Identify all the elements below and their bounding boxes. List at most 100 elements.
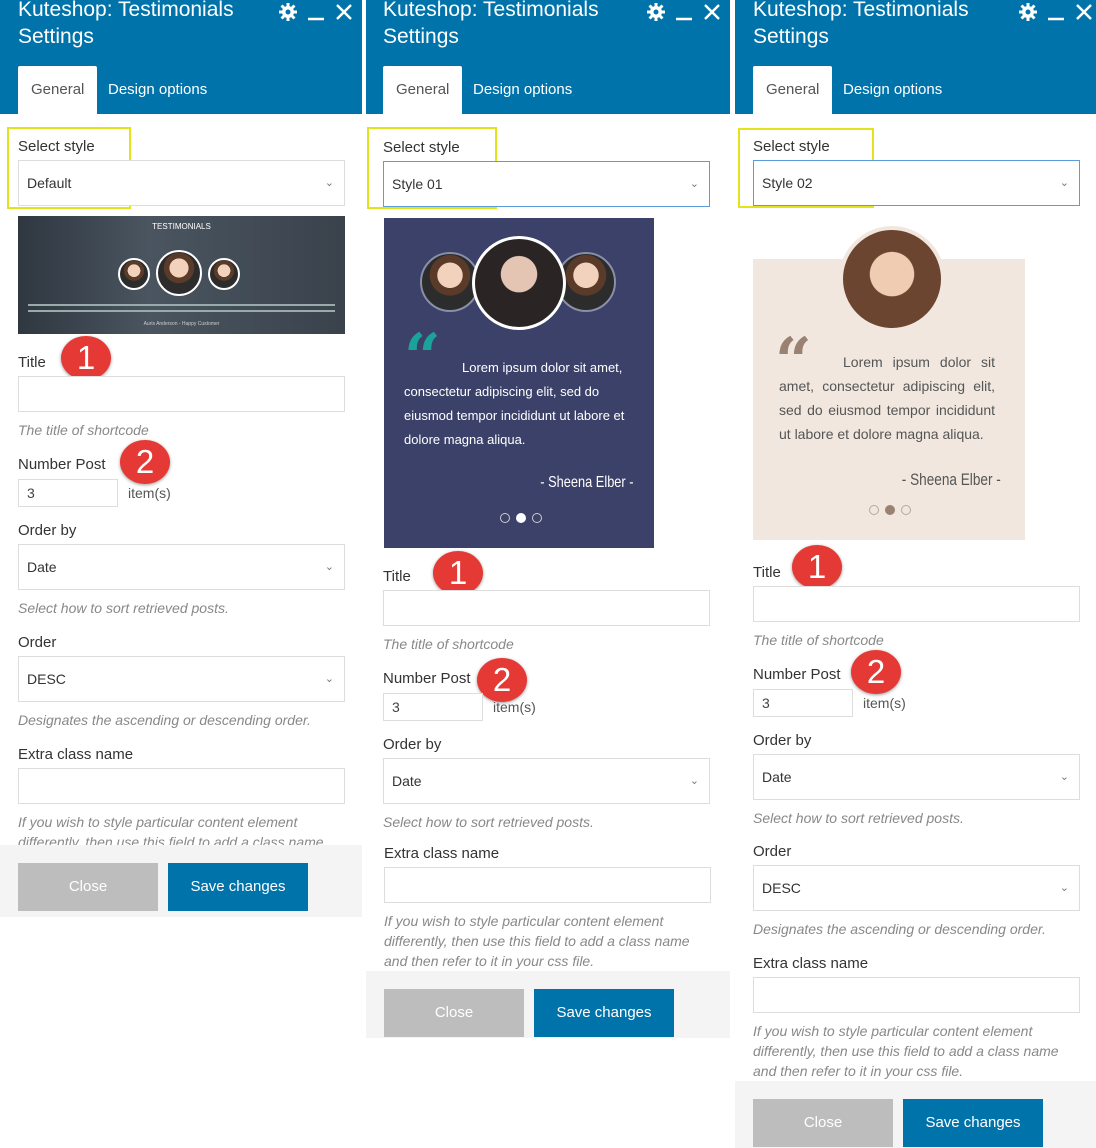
annotation-badge: 1 (433, 551, 483, 595)
extra-class-help: If you wish to style particular content … (384, 913, 690, 969)
minimize-icon[interactable] (304, 0, 328, 24)
chevron-down-icon: ⌄ (689, 178, 699, 190)
gear-icon[interactable] (644, 0, 668, 24)
order-by-dropdown[interactable]: Date ⌄ (753, 754, 1080, 800)
order-help: Designates the ascending or descending o… (18, 712, 311, 728)
panel-footer: Close Save changes (366, 971, 730, 1038)
panel-header: Kuteshop: Testimonials Settings General … (735, 0, 1096, 114)
carousel-dot-active[interactable] (885, 505, 895, 515)
preview-text-line (28, 310, 335, 312)
chevron-down-icon: ⌄ (1059, 771, 1069, 783)
close-icon[interactable] (700, 0, 724, 24)
annotation-badge: 2 (477, 658, 527, 702)
order-by-label: Order by (18, 522, 77, 539)
testimonial-avatar (118, 258, 150, 290)
settings-panel-style-02: Kuteshop: Testimonials Settings General … (735, 0, 1096, 1148)
extra-class-help: If you wish to style particular content … (753, 1023, 1059, 1079)
order-by-label: Order by (383, 736, 442, 753)
tab-design-options[interactable]: Design options (830, 66, 955, 114)
panel-title: Kuteshop: Testimonials Settings (383, 0, 599, 48)
select-style-label: Select style (753, 138, 830, 155)
preview-heading: TESTIMONIALS (152, 222, 211, 231)
order-by-help: Select how to sort retrieved posts. (383, 814, 594, 830)
style-preview-01: “ Lorem ipsum dolor sit amet, consectetu… (384, 218, 654, 548)
gear-icon[interactable] (276, 0, 300, 24)
order-label: Order (18, 634, 57, 651)
extra-class-label: Extra class name (18, 746, 134, 763)
testimonial-avatar (156, 250, 202, 296)
carousel-dot[interactable] (500, 513, 510, 523)
select-style-dropdown[interactable]: Style 01 ⌄ (383, 161, 710, 207)
extra-class-label: Extra class name (384, 845, 500, 862)
order-by-value: Date (762, 769, 792, 785)
tab-general[interactable]: General (383, 66, 463, 114)
extra-class-input[interactable] (18, 768, 345, 804)
save-changes-button[interactable]: Save changes (534, 989, 674, 1037)
order-value: DESC (27, 671, 66, 687)
annotation-badge: 2 (851, 650, 901, 694)
order-by-help: Select how to sort retrieved posts. (753, 810, 964, 826)
testimonial-author: - Sheena Elber - (901, 470, 1001, 489)
gear-icon[interactable] (1016, 0, 1040, 24)
testimonial-text: Lorem ipsum dolor sit amet, consectetur … (404, 360, 625, 447)
carousel-dot[interactable] (901, 505, 911, 515)
title-label: Title (753, 564, 781, 581)
preview-author: Auris Anderson - Happy Customer (143, 321, 220, 327)
order-dropdown[interactable]: DESC ⌄ (18, 656, 345, 702)
tab-design-options[interactable]: Design options (460, 66, 585, 114)
order-by-dropdown[interactable]: Date ⌄ (383, 758, 710, 804)
carousel-dot[interactable] (532, 513, 542, 523)
order-dropdown[interactable]: DESC ⌄ (753, 865, 1080, 911)
panel-title: Kuteshop: Testimonials Settings (18, 0, 234, 48)
save-changes-button[interactable]: Save changes (903, 1099, 1043, 1147)
minimize-icon[interactable] (1044, 0, 1068, 24)
save-changes-button[interactable]: Save changes (168, 863, 308, 911)
title-input[interactable] (383, 590, 710, 626)
number-post-input[interactable]: 3 (18, 479, 118, 507)
settings-panel-style-01: Kuteshop: Testimonials Settings General … (366, 0, 730, 1148)
style-preview-default: TESTIMONIALS Auris Anderson - Happy Cust… (18, 216, 345, 334)
tab-general[interactable]: General (18, 66, 98, 114)
number-post-input[interactable]: 3 (753, 689, 853, 717)
close-button[interactable]: Close (384, 989, 524, 1037)
number-post-input[interactable]: 3 (383, 693, 483, 721)
select-style-value: Style 02 (762, 175, 813, 191)
number-post-label: Number Post (18, 456, 106, 473)
preview-text-line (28, 304, 335, 306)
order-value: DESC (762, 880, 801, 896)
testimonial-author: - Sheena Elber - (540, 474, 634, 491)
testimonial-avatar (839, 226, 945, 332)
select-style-dropdown[interactable]: Default ⌄ (18, 160, 345, 206)
close-button[interactable]: Close (18, 863, 158, 911)
carousel-dot-active[interactable] (516, 513, 526, 523)
close-icon[interactable] (332, 0, 356, 24)
close-icon[interactable] (1072, 0, 1096, 24)
testimonial-text: Lorem ipsum dolor sit amet, consectetur … (779, 354, 995, 442)
carousel-dots[interactable] (500, 513, 542, 523)
items-unit-label: item(s) (493, 699, 536, 715)
order-by-dropdown[interactable]: Date ⌄ (18, 544, 345, 590)
select-style-dropdown[interactable]: Style 02 ⌄ (753, 160, 1080, 206)
tab-design-options[interactable]: Design options (95, 66, 220, 114)
items-unit-label: item(s) (863, 695, 906, 711)
extra-class-input[interactable] (384, 867, 711, 903)
panel-title: Kuteshop: Testimonials Settings (753, 0, 969, 48)
carousel-dot[interactable] (869, 505, 879, 515)
title-input[interactable] (18, 376, 345, 412)
extra-class-label: Extra class name (753, 955, 869, 972)
order-help: Designates the ascending or descending o… (753, 921, 1046, 937)
testimonial-avatar (420, 252, 480, 312)
extra-class-input[interactable] (753, 977, 1080, 1013)
title-label: Title (383, 568, 411, 585)
close-button[interactable]: Close (753, 1099, 893, 1147)
tab-general[interactable]: General (753, 66, 833, 114)
annotation-badge: 2 (120, 440, 170, 484)
title-help: The title of shortcode (18, 422, 149, 438)
annotation-badge: 1 (792, 545, 842, 589)
title-input[interactable] (753, 586, 1080, 622)
carousel-dots[interactable] (869, 505, 911, 515)
minimize-icon[interactable] (672, 0, 696, 24)
order-by-value: Date (392, 773, 422, 789)
select-style-value: Style 01 (392, 176, 443, 192)
number-post-label: Number Post (383, 670, 471, 687)
